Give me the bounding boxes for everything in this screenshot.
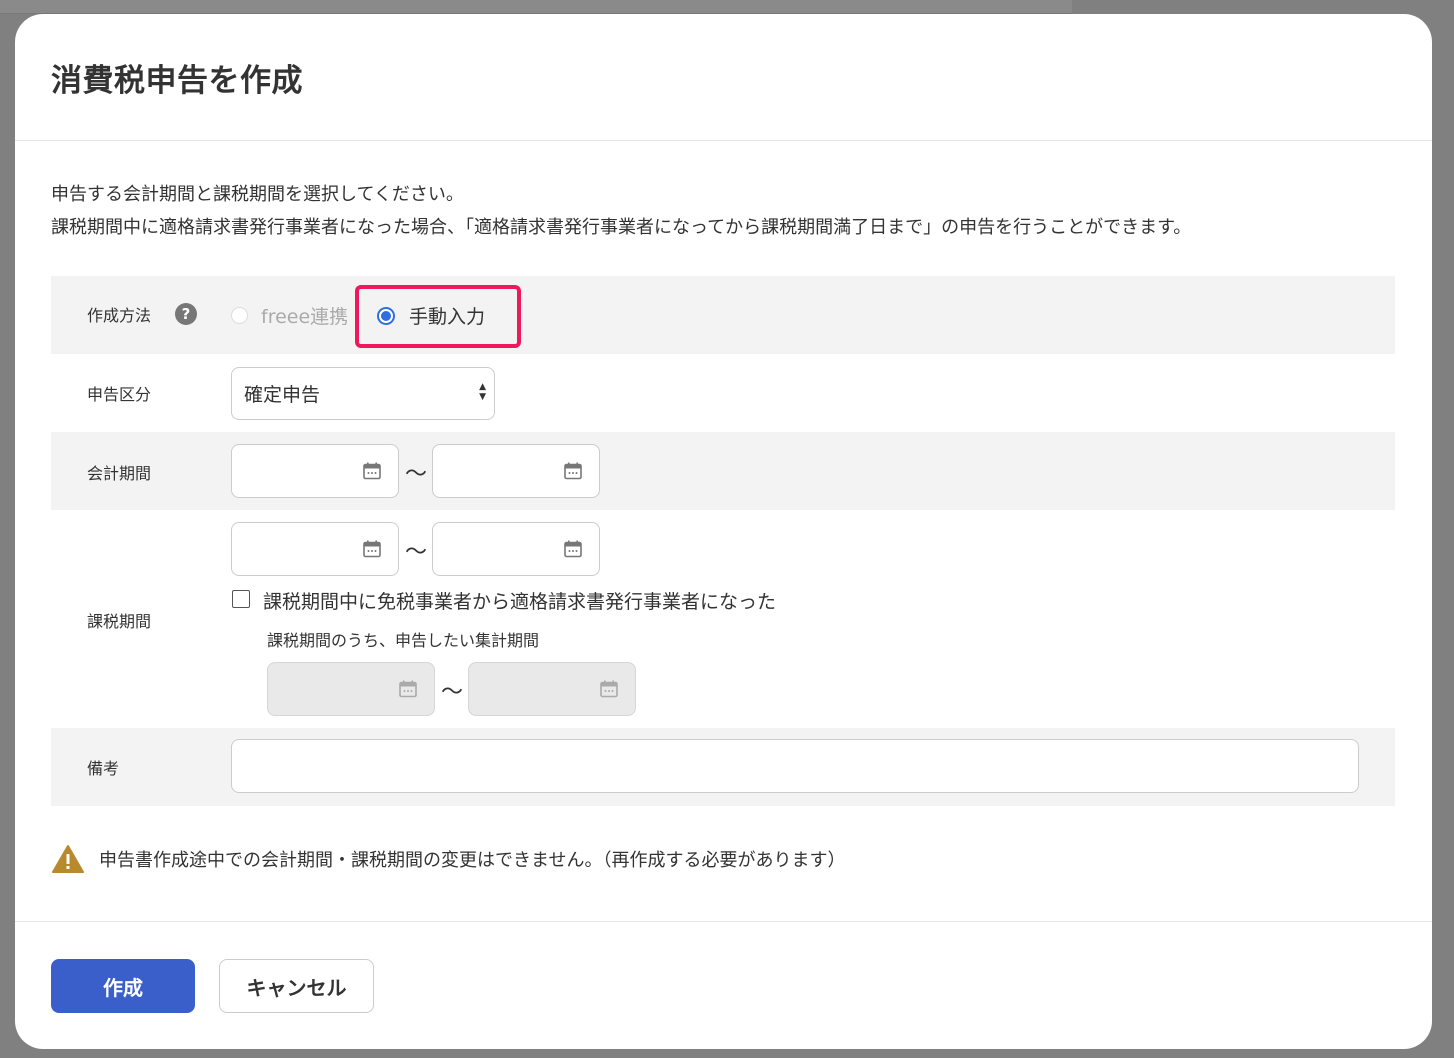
cancel-button[interactable]: キャンセル	[219, 959, 374, 1013]
radio-freee-label: freee連携	[261, 306, 349, 328]
create-tax-return-dialog: 消費税申告を作成 申告する会計期間と課税期間を選択してください。 課税期間中に適…	[15, 14, 1432, 1049]
aggregation-period-end-input	[468, 662, 636, 716]
dialog-footer: 作成 キャンセル	[15, 921, 1432, 1049]
remarks-row: 備考	[51, 728, 1395, 806]
select-arrows-icon: ▲ ▼	[479, 382, 486, 402]
description-line-2: 課税期間中に適格請求書発行事業者になった場合、「適格請求書発行事業者になってから…	[51, 217, 1192, 238]
radio-freee-integration: freee連携	[231, 302, 348, 329]
method-row: 作成方法 ? freee連携 手動入力	[51, 276, 1395, 354]
calendar-icon	[600, 680, 618, 698]
warning-message: 申告書作成途中での会計期間・課税期間の変更はできません。（再作成する必要がありま…	[51, 844, 845, 874]
tax-period-label: 課税期間	[87, 612, 152, 631]
invoice-issuer-checkbox-label[interactable]: 課税期間中に免税事業者から適格請求書発行事業者になった	[263, 587, 776, 614]
tax-period-start-input[interactable]	[231, 522, 399, 576]
dialog-title: 消費税申告を作成	[51, 62, 303, 99]
invoice-issuer-checkbox[interactable]	[232, 590, 250, 608]
radio-manual-label[interactable]: 手動入力	[409, 302, 485, 329]
aggregation-period-separator: 〜	[441, 680, 464, 705]
description-line-1: 申告する会計期間と課税期間を選択してください。	[51, 184, 464, 205]
radio-button-checked[interactable]	[377, 306, 395, 325]
dialog-header: 消費税申告を作成	[15, 14, 1432, 141]
calendar-icon	[564, 540, 582, 558]
calendar-icon	[363, 462, 381, 480]
filing-type-label: 申告区分	[87, 385, 152, 404]
question-icon[interactable]: ?	[175, 303, 198, 325]
warning-icon	[52, 845, 84, 873]
fiscal-period-separator: 〜	[405, 462, 428, 487]
tax-return-form: 作成方法 ? freee連携 手動入力 申告区分 確定申告 ▲ ▼ 会計期間 〜…	[51, 276, 1395, 806]
remarks-label: 備考	[87, 759, 120, 778]
filing-type-value: 確定申告	[244, 384, 321, 406]
filing-type-row: 申告区分 確定申告 ▲ ▼	[51, 354, 1395, 432]
fiscal-period-label: 会計期間	[87, 464, 152, 483]
remarks-input[interactable]	[231, 739, 1359, 793]
aggregation-period-label: 課税期間のうち、申告したい集計期間	[267, 631, 540, 650]
calendar-icon	[399, 680, 417, 698]
filing-type-select[interactable]: 確定申告 ▲ ▼	[231, 367, 495, 420]
fiscal-period-start-input[interactable]	[231, 444, 399, 498]
aggregation-period-start-input	[267, 662, 435, 716]
background-page	[0, 0, 1072, 14]
method-label: 作成方法	[87, 306, 152, 325]
calendar-icon	[363, 540, 381, 558]
tax-period-separator: 〜	[405, 540, 428, 565]
fiscal-period-row: 会計期間 〜	[51, 432, 1395, 510]
create-button[interactable]: 作成	[51, 959, 195, 1013]
calendar-icon	[564, 462, 582, 480]
radio-manual-input[interactable]: 手動入力	[377, 302, 485, 329]
tax-period-end-input[interactable]	[432, 522, 600, 576]
method-label-wrap: 作成方法 ?	[87, 302, 198, 326]
warning-text: 申告書作成途中での会計期間・課税期間の変更はできません。（再作成する必要がありま…	[99, 850, 846, 871]
dialog-description: 申告する会計期間と課税期間を選択してください。 課税期間中に適格請求書発行事業者…	[51, 178, 1191, 244]
fiscal-period-end-input[interactable]	[432, 444, 600, 498]
radio-button-disabled	[231, 307, 248, 324]
tax-period-row: 課税期間 〜 課税期間中に免税事業者から適格請求書発行事業者になった 課税期間の…	[51, 510, 1395, 728]
